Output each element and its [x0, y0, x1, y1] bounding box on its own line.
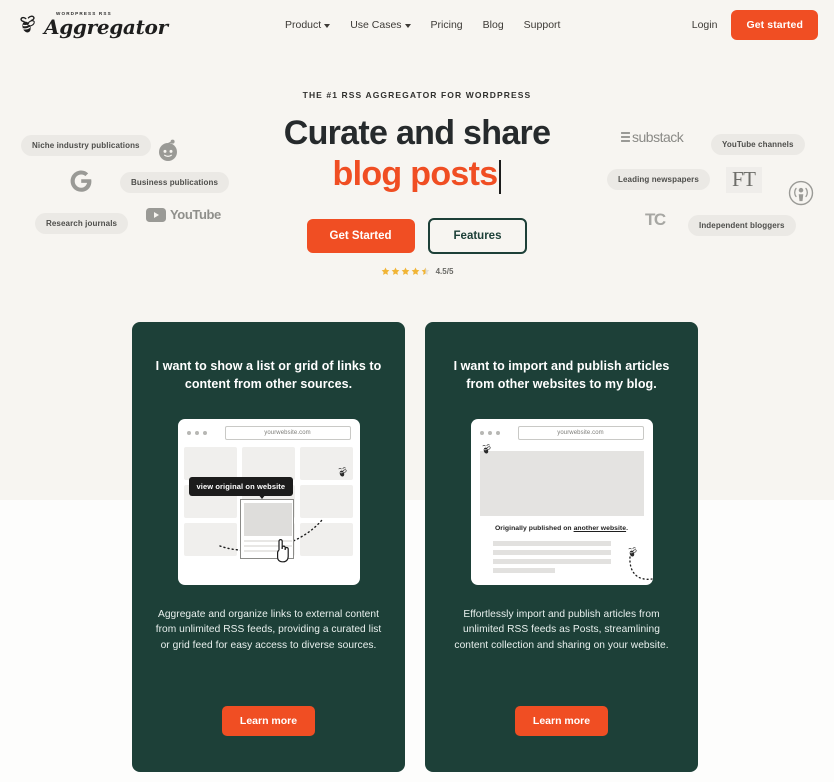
bee-icon: [338, 466, 347, 477]
option-card-links-title: I want to show a list or grid of links t…: [155, 359, 382, 391]
article-body-lines: [492, 540, 611, 577]
google-g-icon: [70, 170, 92, 192]
window-dots: [186, 430, 207, 435]
star-half-icon: [421, 267, 429, 275]
nav-item-use-cases-label: Use Cases: [350, 18, 402, 31]
hero-heading-line-1: Curate and share: [283, 114, 551, 152]
browser-chrome-bar: yourwebsite.com: [471, 419, 653, 447]
star-rating: [381, 267, 430, 276]
podcast-icon: [788, 180, 814, 206]
window-dots: [479, 430, 500, 435]
nav-item-support[interactable]: Support: [524, 19, 561, 31]
hand-cursor-icon: [276, 538, 289, 562]
techcrunch-logo: TC: [645, 210, 666, 230]
browser-mockup-article: yourwebsite.com Originally published on …: [470, 418, 653, 585]
get-started-button-header[interactable]: Get started: [731, 9, 818, 40]
google-logo: [68, 168, 94, 194]
nav-item-product-label: Product: [285, 18, 322, 31]
option-card-import-description: Effortlessly import and publish articles…: [454, 608, 669, 651]
source-chip-leading-newspapers: Leading newspapers: [607, 169, 710, 190]
landing-page: WORDPRESS RSS Aggregator Product Use Cas…: [0, 0, 834, 782]
bee-icon: [20, 15, 35, 32]
browser-mockup-grid: yourwebsite.com view original on website: [177, 418, 360, 585]
star-icon: [391, 267, 399, 275]
learn-more-button-links[interactable]: Learn more: [221, 706, 316, 736]
site-header: WORDPRESS RSS Aggregator Product Use Cas…: [0, 0, 834, 49]
youtube-wordmark: YouTube: [170, 207, 221, 222]
option-card-links[interactable]: I want to show a list or grid of links t…: [132, 322, 405, 772]
chevron-down-icon: [324, 23, 331, 28]
star-icon: [381, 267, 389, 275]
features-button[interactable]: Features: [427, 217, 528, 254]
article-attribution-prefix: Originally published on: [494, 524, 574, 532]
tooltip-arrow: [257, 493, 266, 499]
podcast-logo: [788, 180, 814, 206]
rating: 4.5/5: [381, 266, 454, 276]
youtube-play-icon: [146, 207, 166, 222]
source-chip-niche-industry-publications: Niche industry publications: [21, 135, 151, 156]
tooltip-view-original: view original on website: [188, 476, 294, 496]
browser-url-bar: yourwebsite.com: [517, 425, 644, 440]
techcrunch-wordmark: TC: [645, 210, 666, 229]
get-started-button-hero[interactable]: Get Started: [306, 218, 415, 253]
star-icon: [401, 267, 409, 275]
bee-icon: [482, 443, 491, 454]
browser-chrome-bar: yourwebsite.com: [178, 419, 360, 447]
ft-wordmark: FT: [726, 167, 762, 193]
typing-cursor: [499, 160, 502, 195]
substack-mark-icon: [621, 132, 630, 142]
rating-value: 4.5/5: [435, 266, 454, 276]
header-actions: Login Get started: [692, 0, 818, 49]
substack-logo-group: substack: [621, 129, 684, 145]
reddit-icon: [159, 139, 177, 161]
article-attribution-link[interactable]: another website: [574, 525, 627, 532]
hero-cta-row: Get Started Features: [306, 217, 528, 254]
nav-item-pricing[interactable]: Pricing: [431, 19, 463, 31]
option-card-import-title: I want to import and publish articles fr…: [453, 359, 670, 391]
substack-wordmark: substack: [632, 129, 684, 145]
nav-item-use-cases[interactable]: Use Cases: [350, 18, 411, 31]
youtube-logo-group: YouTube: [146, 207, 221, 222]
article-attribution-suffix: .: [626, 524, 629, 532]
dotted-path: [628, 555, 653, 580]
substack-logo: substack: [621, 129, 684, 145]
browser-url-bar: yourwebsite.com: [224, 425, 351, 440]
option-card-links-description: Aggregate and organize links to external…: [155, 608, 382, 651]
brand-name: Aggregator: [44, 15, 168, 40]
nav-item-product[interactable]: Product: [285, 18, 331, 31]
option-cards: I want to show a list or grid of links t…: [132, 322, 698, 772]
reddit-logo: [156, 138, 180, 162]
star-icon: [411, 267, 419, 275]
hero-heading-line-2: blog posts: [284, 154, 551, 195]
hero-eyebrow: THE #1 RSS AGGREGATOR FOR WORDPRESS: [302, 90, 532, 100]
source-chip-business-publications: Business publications: [120, 172, 230, 193]
nav-item-blog[interactable]: Blog: [483, 19, 504, 31]
source-chip-youtube-channels: YouTube channels: [711, 134, 805, 155]
page-title: Curate and share blog posts: [284, 113, 551, 196]
feed-item-thumbnail: [243, 502, 292, 536]
login-link[interactable]: Login: [692, 19, 718, 31]
option-card-import[interactable]: I want to import and publish articles fr…: [425, 322, 698, 772]
article-hero-image: [479, 450, 644, 516]
bee-icon: [628, 546, 637, 557]
main-nav: Product Use Cases Pricing Blog Support: [285, 0, 560, 49]
hero-heading-line-2-text: blog posts: [332, 155, 499, 194]
brand-logo[interactable]: WORDPRESS RSS Aggregator: [17, 11, 168, 40]
chevron-down-icon: [404, 23, 411, 28]
financial-times-logo: FT: [726, 167, 762, 193]
source-chip-independent-bloggers: Independent bloggers: [688, 215, 796, 236]
youtube-logo: YouTube: [146, 207, 221, 222]
source-chip-research-journals: Research journals: [35, 213, 129, 234]
article-attribution: Originally published on another website.: [471, 525, 653, 532]
learn-more-button-import[interactable]: Learn more: [514, 706, 609, 736]
